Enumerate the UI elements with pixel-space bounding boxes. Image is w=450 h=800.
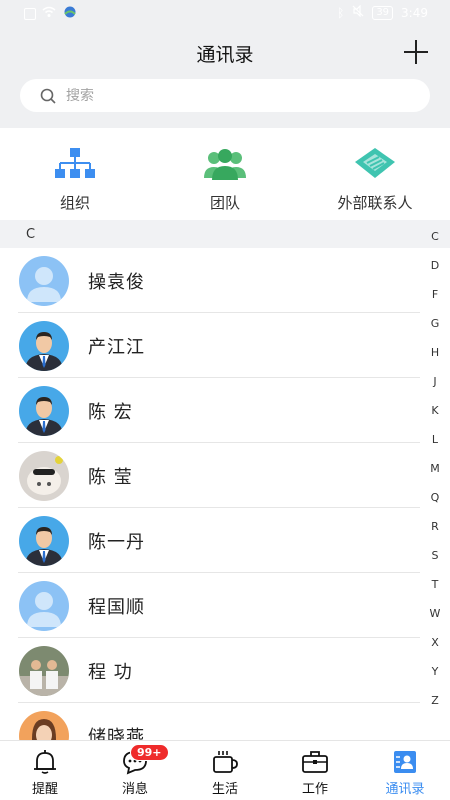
quick-link-label: 团队 [209, 194, 240, 212]
contact-name: 产江江 [88, 337, 145, 358]
suit-avatar [19, 321, 69, 371]
index-letter[interactable]: F [420, 280, 450, 309]
tab-label: 工作 [301, 782, 328, 797]
search-icon [40, 88, 56, 104]
index-letter[interactable]: T [420, 570, 450, 599]
index-letter[interactable]: M [420, 454, 450, 483]
index-letter[interactable]: J [420, 367, 450, 396]
briefcase-icon [302, 751, 328, 773]
contact-list: 操袁俊 产江江 陈 宏 陈 莹 陈一丹 程国顺 程 功 储晓燕 [0, 248, 420, 740]
quick-link-team[interactable]: 团队 [150, 128, 300, 220]
section-header: C [0, 220, 450, 248]
index-letter[interactable]: L [420, 425, 450, 454]
contact-name: 程国顺 [88, 597, 145, 618]
bell-icon [34, 750, 56, 774]
contact-name: 储晓燕 [88, 727, 145, 740]
cup-icon [213, 751, 238, 773]
index-letter[interactable]: R [420, 512, 450, 541]
contact-name: 操袁俊 [88, 272, 145, 293]
contacts-icon [394, 751, 416, 773]
contact-row[interactable]: 储晓燕 [0, 703, 420, 740]
contact-row[interactable]: 程国顺 [0, 573, 420, 638]
team-icon [204, 149, 246, 180]
wifi-icon [42, 6, 56, 21]
index-letter[interactable]: G [420, 309, 450, 338]
index-letter[interactable]: C [420, 222, 450, 251]
tab-work[interactable]: 工作 [270, 741, 360, 800]
unread-badge: 99+ [130, 744, 169, 761]
suit-avatar [19, 516, 69, 566]
external-contact-icon [355, 148, 395, 178]
page-title: 通讯录 [196, 44, 254, 66]
contact-row[interactable]: 操袁俊 [0, 248, 420, 313]
quick-link-organization[interactable]: 组织 [0, 128, 150, 220]
mute-icon [352, 4, 364, 20]
search-bar[interactable] [20, 79, 430, 112]
contact-row[interactable]: 程 功 [0, 638, 420, 703]
sim-icon [24, 7, 36, 20]
index-letter[interactable]: H [420, 338, 450, 367]
contact-row[interactable]: 产江江 [0, 313, 420, 378]
contact-row[interactable]: 陈一丹 [0, 508, 420, 573]
section-letter: C [26, 227, 36, 242]
quick-link-label: 组织 [59, 194, 90, 212]
tab-contacts[interactable]: 通讯录 [360, 741, 450, 800]
contact-name: 陈 莹 [88, 467, 133, 488]
contact-name: 陈一丹 [88, 532, 145, 553]
clock: 3:49 [401, 5, 428, 20]
tab-label: 提醒 [31, 782, 58, 797]
bluetooth-icon: ᛒ [337, 5, 345, 20]
add-contact-button[interactable] [404, 40, 428, 64]
photo-avatar [19, 451, 69, 501]
tab-reminders[interactable]: 提醒 [0, 741, 90, 800]
index-letter[interactable]: W [420, 599, 450, 628]
bottom-tab-bar: 提醒 消息 生活 工作 通讯录 99+ [0, 740, 450, 800]
index-letter[interactable]: Q [420, 483, 450, 512]
index-letter[interactable]: D [420, 251, 450, 280]
tab-label: 消息 [121, 782, 148, 797]
tab-life[interactable]: 生活 [180, 741, 270, 800]
index-letter[interactable]: X [420, 628, 450, 657]
org-chart-icon [55, 148, 95, 178]
index-letter[interactable]: K [420, 396, 450, 425]
quick-link-label: 外部联系人 [337, 194, 413, 212]
header: 通讯录 [0, 26, 450, 128]
app-logo-icon [62, 6, 78, 21]
default-avatar [19, 581, 69, 631]
contact-row[interactable]: 陈 莹 [0, 443, 420, 508]
tab-label: 通讯录 [385, 782, 425, 797]
female-avatar [19, 711, 69, 740]
contact-name: 程 功 [88, 662, 133, 683]
suit-avatar [19, 386, 69, 436]
quick-link-external[interactable]: 外部联系人 [300, 128, 450, 220]
contact-row[interactable]: 陈 宏 [0, 378, 420, 443]
alphabet-index[interactable]: C D F G H J K L M Q R S T W X Y Z [420, 222, 450, 715]
index-letter[interactable]: Y [420, 657, 450, 686]
tab-label: 生活 [211, 782, 238, 797]
quick-links: 组织 团队 外部联系人 [0, 128, 450, 220]
search-input[interactable] [66, 87, 366, 104]
contact-name: 陈 宏 [88, 402, 133, 423]
battery-indicator: 39 [372, 5, 394, 20]
index-letter[interactable]: S [420, 541, 450, 570]
photo-avatar [19, 646, 69, 696]
default-avatar [19, 256, 69, 306]
index-letter[interactable]: Z [420, 686, 450, 715]
status-bar: ᛒ 39 3:49 [0, 0, 450, 26]
